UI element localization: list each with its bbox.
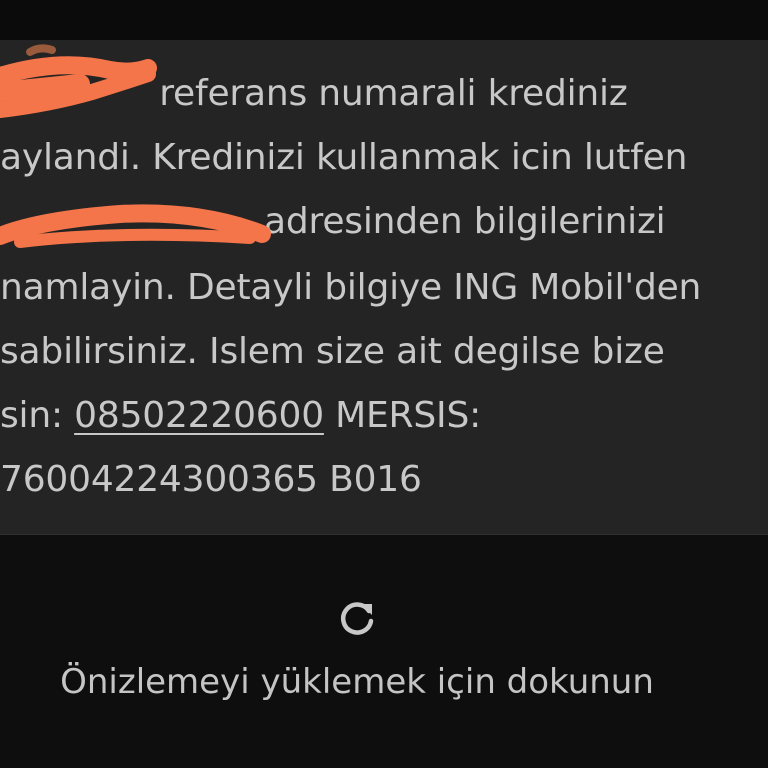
message-line-6-prefix: sin: — [0, 395, 75, 436]
message-line-4-text: namlayin. Detayli bilgiye ING Mobil'den — [0, 267, 702, 308]
message-line-1-text: referans numarali krediniz — [148, 73, 628, 114]
message-line-3-text: adresinden bilgilerinizi — [264, 201, 666, 242]
phone-number-link[interactable]: 08502220600 — [74, 395, 324, 436]
message-bubble[interactable]: referans numarali krediniz aylandi. Kred… — [0, 40, 768, 535]
message-line-2-text: aylandi. Kredinizi kullanmak icin lutfen — [0, 137, 688, 178]
reference-number-link[interactable] — [0, 73, 148, 114]
refresh-icon[interactable] — [336, 597, 378, 639]
message-line-7-text: 76004224300365 B016 — [0, 459, 422, 500]
message-line-6: sin: 08502220600 MERSIS: — [0, 394, 481, 438]
screen: referans numarali krediniz aylandi. Kred… — [0, 0, 768, 768]
message-line-5: sabilirsiniz. Islem size ait degilse biz… — [0, 330, 665, 374]
message-line-4: namlayin. Detayli bilgiye ING Mobil'den — [0, 266, 701, 310]
message-line-7: 76004224300365 B016 — [0, 458, 422, 502]
load-preview-label[interactable]: Önizlemeyi yüklemek için dokunun — [0, 661, 714, 703]
message-line-3: adresinden bilgilerinizi — [0, 200, 666, 244]
top-strip — [0, 0, 768, 40]
message-line-6-suffix: MERSIS: — [323, 395, 482, 436]
link-preview-area[interactable]: Önizlemeyi yüklemek için dokunun — [0, 535, 768, 768]
message-line-2: aylandi. Kredinizi kullanmak icin lutfen — [0, 136, 687, 180]
message-line-1: referans numarali krediniz — [0, 72, 628, 116]
message-line-5-text: sabilirsiniz. Islem size ait degilse biz… — [0, 331, 665, 372]
message-text: referans numarali krediniz aylandi. Kred… — [0, 40, 768, 534]
redacted-url-link[interactable] — [0, 201, 250, 242]
